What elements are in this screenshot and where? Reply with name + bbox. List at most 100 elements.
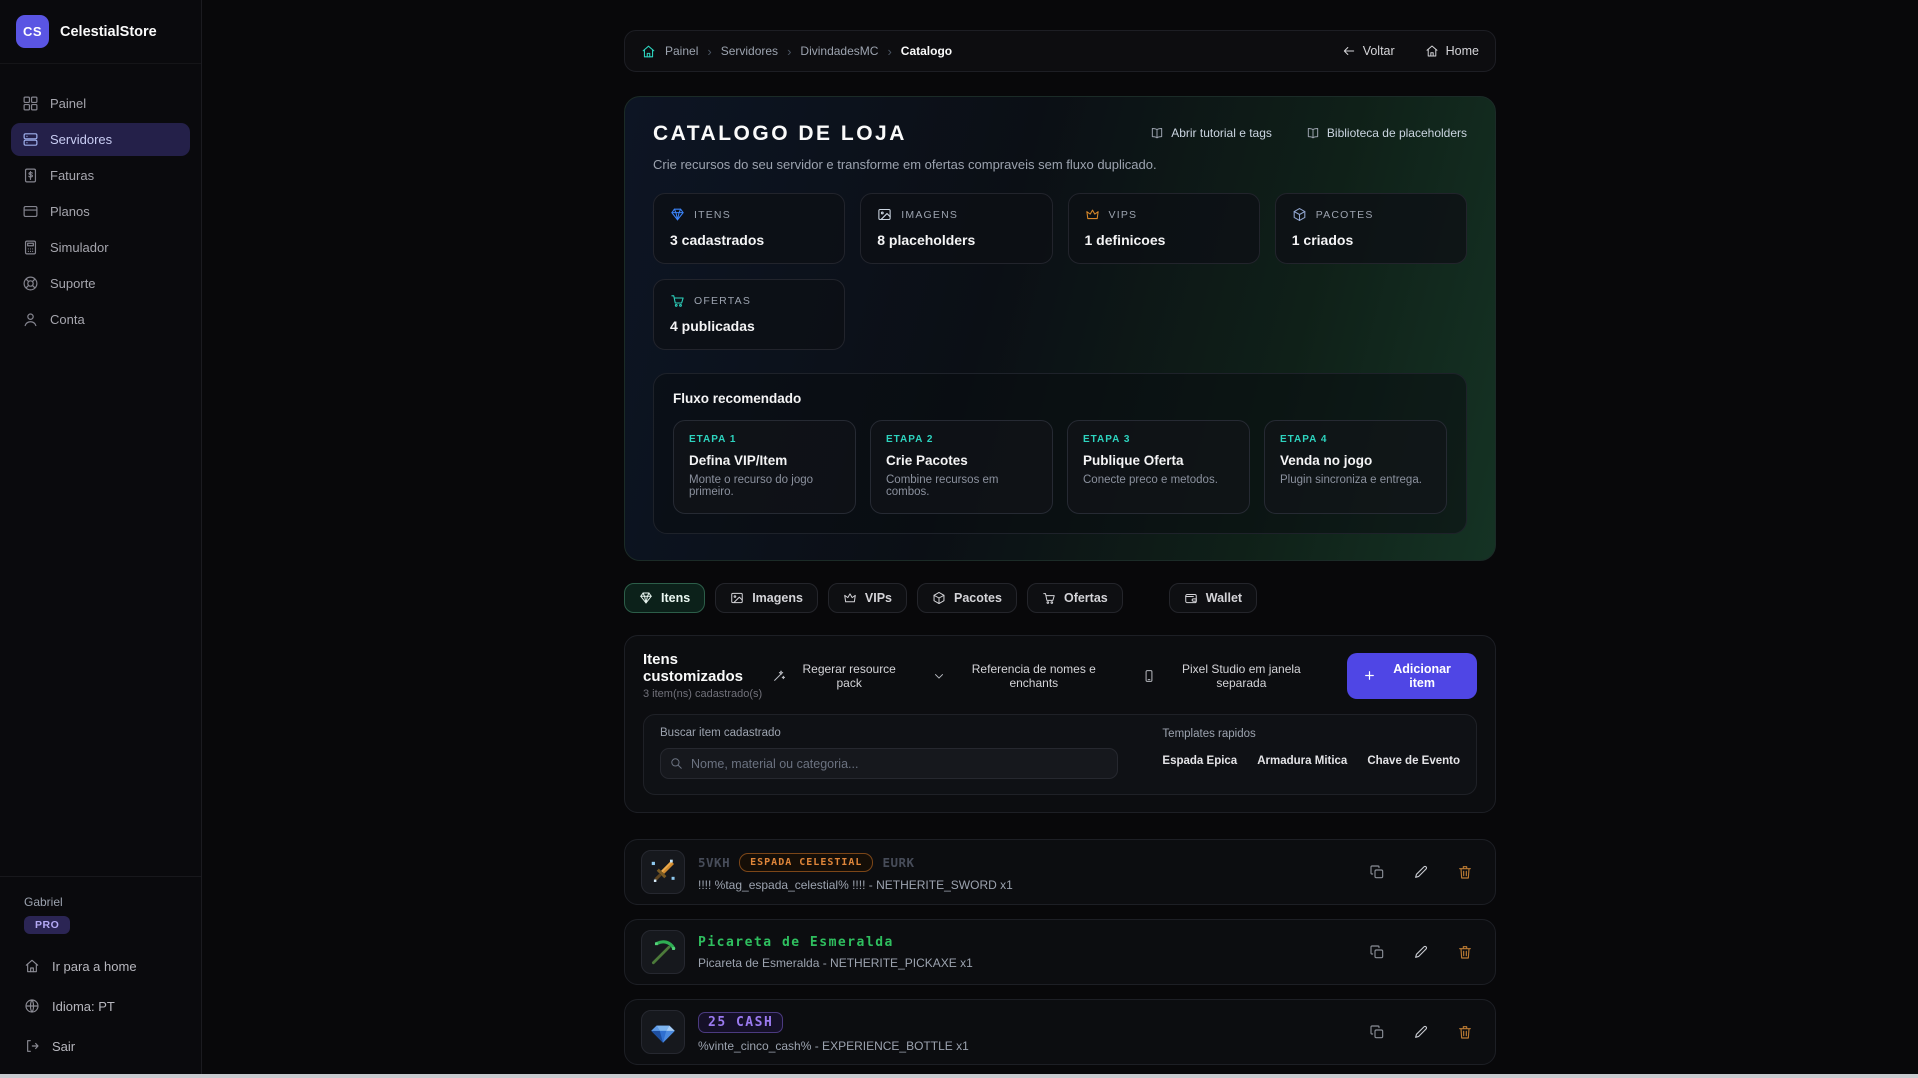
tab-wallet[interactable]: Wallet [1169, 583, 1257, 613]
user-icon [22, 311, 39, 328]
stat-card-vips: VIPS 1 definicoes [1068, 193, 1260, 264]
home-icon [24, 958, 40, 974]
add-item-button[interactable]: Adicionar item [1347, 653, 1477, 699]
breadcrumb-link-servidor[interactable]: DivindadesMC [800, 44, 878, 58]
edit-item-button[interactable] [1407, 1018, 1435, 1046]
stat-value: 1 definicoes [1085, 232, 1243, 248]
content-column: Painel › Servidores › DivindadesMC › Cat… [624, 0, 1496, 1065]
sidebar-footer: Gabriel PRO Ir para a home Idioma: PT Sa… [0, 876, 201, 1078]
breadcrumb-link-servidores[interactable]: Servidores [721, 44, 778, 58]
tab-pacotes[interactable]: Pacotes [917, 583, 1017, 613]
gem-icon [670, 207, 685, 222]
catalog-hero-card: CATALOGO DE LOJA Abrir tutorial e tags B… [624, 96, 1496, 561]
go-home-link[interactable]: Ir para a home [24, 958, 177, 974]
delete-item-button[interactable] [1451, 1018, 1479, 1046]
page-title: CATALOGO DE LOJA [653, 122, 907, 146]
template-armadura-mitica[interactable]: Armadura Mitica [1257, 755, 1347, 767]
credit-card-icon [22, 203, 39, 220]
template-espada-epica[interactable]: Espada Epica [1162, 755, 1237, 767]
page-subtitle: Crie recursos do seu servidor e transfor… [653, 157, 1467, 172]
sidebar-item-planos[interactable]: Planos [11, 195, 190, 228]
sidebar-item-conta[interactable]: Conta [11, 303, 190, 336]
life-buoy-icon [22, 275, 39, 292]
duplicate-item-button[interactable] [1363, 938, 1391, 966]
logout-link[interactable]: Sair [24, 1038, 177, 1054]
step-title: Defina VIP/Item [689, 453, 840, 468]
invoice-icon [22, 167, 39, 184]
chevron-right-icon: › [787, 44, 791, 59]
quick-templates: Templates rapidos Espada Epica Armadura … [1162, 727, 1460, 779]
stat-label: VIPS [1109, 209, 1138, 221]
breadcrumb: Painel › Servidores › DivindadesMC › Cat… [624, 30, 1496, 72]
sidebar-item-servidores[interactable]: Servidores [11, 123, 190, 156]
duplicate-item-button[interactable] [1363, 1018, 1391, 1046]
pixel-studio-button[interactable]: Pixel Studio em janela separada [1142, 662, 1320, 690]
netherite-sword-icon [648, 857, 678, 887]
copy-icon [1369, 1024, 1385, 1040]
edit-item-button[interactable] [1407, 938, 1435, 966]
item-name: Picareta de Esmeralda [698, 935, 894, 950]
image-icon [877, 207, 892, 222]
item-description: %vinte_cinco_cash% - EXPERIENCE_BOTTLE x… [698, 1039, 969, 1053]
sidebar-header: CS CelestialStore [0, 0, 201, 64]
items-count: 3 item(ns) cadastrado(s) [643, 688, 772, 700]
tab-vips[interactable]: VIPs [828, 583, 907, 613]
search-section: Buscar item cadastrado [660, 727, 1118, 779]
sidebar-item-painel[interactable]: Painel [11, 87, 190, 120]
step-tag: ETAPA 1 [689, 434, 840, 445]
step-desc: Plugin sincroniza e entrega. [1280, 474, 1431, 486]
item-actions [1363, 858, 1479, 886]
breadcrumb-link-painel[interactable]: Painel [665, 44, 698, 58]
tab-itens[interactable]: Itens [624, 583, 705, 613]
step-title: Publique Oferta [1083, 453, 1234, 468]
step-tag: ETAPA 4 [1280, 434, 1431, 445]
logout-icon [24, 1038, 40, 1054]
search-icon [669, 756, 683, 770]
duplicate-item-button[interactable] [1363, 858, 1391, 886]
templates-label: Templates rapidos [1162, 728, 1460, 740]
flow-step-4: ETAPA 4 Venda no jogo Plugin sincroniza … [1264, 420, 1447, 514]
language-link[interactable]: Idioma: PT [24, 998, 177, 1014]
regenerate-pack-button[interactable]: Regerar resource pack [772, 662, 904, 690]
open-tutorial-button[interactable]: Abrir tutorial e tags [1150, 126, 1272, 140]
tab-imagens[interactable]: Imagens [715, 583, 818, 613]
flow-steps: ETAPA 1 Defina VIP/Item Monte o recurso … [673, 420, 1447, 514]
arrow-left-icon [1342, 44, 1356, 58]
edit-item-button[interactable] [1407, 858, 1435, 886]
tab-ofertas[interactable]: Ofertas [1027, 583, 1123, 613]
search-input[interactable] [660, 748, 1118, 779]
item-row-espada-celestial: 5VKH ESPADA CELESTIAL EURK !!!! %tag_esp… [624, 839, 1496, 905]
calculator-icon [22, 239, 39, 256]
tab-label: VIPs [865, 591, 892, 605]
items-actions: Regerar resource pack Referencia de nome… [772, 653, 1477, 699]
delete-item-button[interactable] [1451, 938, 1479, 966]
netherite-pickaxe-icon [648, 937, 678, 967]
grid-icon [22, 95, 39, 112]
breadcrumb-home-icon[interactable] [641, 44, 656, 59]
sidebar-item-suporte[interactable]: Suporte [11, 267, 190, 300]
template-chave-de-evento[interactable]: Chave de Evento [1367, 755, 1460, 767]
step-desc: Monte o recurso do jogo primeiro. [689, 474, 840, 498]
home-button[interactable]: Home [1425, 44, 1479, 58]
sidebar-item-simulador[interactable]: Simulador [11, 231, 190, 264]
item-icon-tile [641, 850, 685, 894]
tab-label: Itens [661, 591, 690, 605]
chevron-down-icon [932, 669, 946, 683]
delete-item-button[interactable] [1451, 858, 1479, 886]
chevron-right-icon: › [887, 44, 891, 59]
back-button[interactable]: Voltar [1342, 44, 1395, 58]
main-area: Painel › Servidores › DivindadesMC › Cat… [202, 0, 1918, 1078]
placeholder-library-button[interactable]: Biblioteca de placeholders [1306, 126, 1467, 140]
pixel-studio-label: Pixel Studio em janela separada [1164, 662, 1320, 690]
pencil-icon [1413, 1024, 1429, 1040]
sidebar-item-faturas[interactable]: Faturas [11, 159, 190, 192]
stat-value: 3 cadastrados [670, 232, 828, 248]
stat-value: 1 criados [1292, 232, 1450, 248]
tab-label: Imagens [752, 591, 803, 605]
step-tag: ETAPA 2 [886, 434, 1037, 445]
plus-icon [1363, 669, 1376, 682]
names-enchants-reference-button[interactable]: Referencia de nomes e enchants [932, 662, 1113, 690]
step-tag: ETAPA 3 [1083, 434, 1234, 445]
app-logo-icon: CS [16, 15, 49, 48]
crown-icon [1085, 207, 1100, 222]
